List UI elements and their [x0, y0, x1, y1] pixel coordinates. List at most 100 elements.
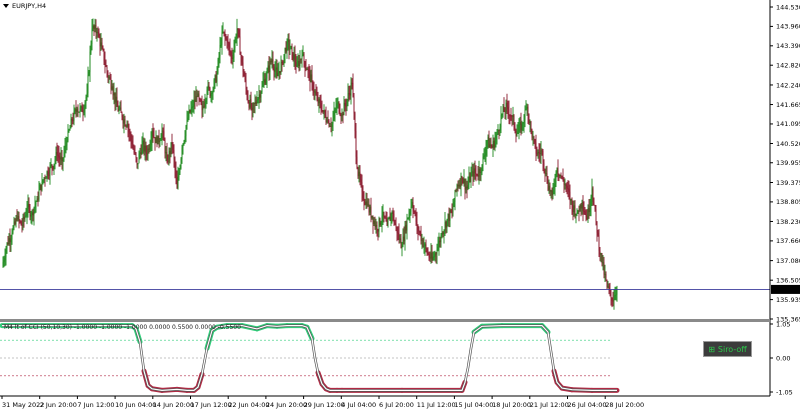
candle-body: [172, 144, 174, 150]
candle-body: [546, 173, 548, 182]
candle-body: [597, 232, 599, 236]
candle-body: [222, 31, 224, 33]
candle-body: [345, 105, 347, 107]
candle-body: [89, 51, 91, 73]
candle-body: [121, 112, 123, 117]
time-tick-label: 11 Jul 12:00: [417, 401, 456, 409]
candle-body: [42, 179, 44, 182]
price-tick-label: 137.080: [776, 257, 800, 265]
candle-body: [339, 112, 341, 115]
candle-body: [334, 109, 336, 112]
candle-body: [237, 28, 239, 31]
candle-body: [441, 232, 443, 235]
candle-body: [200, 99, 202, 104]
candle-body: [273, 66, 275, 72]
candle-body: [192, 106, 194, 108]
candle-body: [280, 61, 282, 74]
candle-body: [449, 209, 451, 221]
candle-body: [20, 221, 22, 226]
candle-body: [459, 184, 461, 187]
candle-body: [372, 215, 374, 224]
candle-body: [318, 99, 320, 104]
candle-body: [434, 253, 436, 257]
candle-body: [425, 244, 427, 249]
candle-body: [247, 96, 249, 103]
candle-body: [235, 38, 237, 40]
candle-body: [220, 44, 222, 46]
candle-body: [283, 54, 285, 64]
candle-body: [567, 188, 569, 190]
candle-body: [94, 24, 96, 29]
candle-body: [112, 86, 114, 96]
candle-body: [323, 110, 325, 113]
candle-body: [333, 111, 335, 119]
candle-body: [80, 106, 82, 108]
candle-body: [519, 122, 521, 125]
price-tick-label: 138.805: [776, 198, 800, 206]
candle-body: [270, 60, 272, 63]
candle-body: [22, 217, 24, 226]
candle-body: [347, 93, 349, 100]
time-tick-label: 28 Jul 20:00: [605, 401, 644, 409]
candle-body: [365, 201, 367, 205]
candle-body: [293, 54, 295, 60]
chart-canvas[interactable]: 144.530 143.960 143.390 142.820 142.240 141.6…: [0, 0, 800, 411]
candle-body: [170, 142, 172, 154]
candle-body: [9, 238, 11, 243]
candle-body: [387, 219, 389, 226]
candle-body: [131, 140, 133, 145]
candle-body: [227, 42, 229, 43]
candle-body: [72, 120, 74, 122]
candle-body: [147, 148, 149, 155]
candle-body: [466, 186, 468, 189]
candle-body: [482, 156, 484, 165]
candle-body: [55, 151, 57, 160]
candle-body: [209, 87, 211, 97]
candle-body: [395, 224, 397, 227]
candle-body: [584, 211, 586, 215]
candle-body: [570, 198, 572, 201]
candle-body: [350, 82, 352, 96]
candle-body: [46, 171, 48, 178]
candle-body: [485, 147, 487, 155]
candle-body: [404, 224, 406, 242]
candle-body: [410, 206, 412, 212]
candle-body: [562, 178, 564, 181]
candle-body: [483, 156, 485, 158]
candle-body: [290, 46, 292, 50]
candle-body: [210, 93, 212, 97]
candle-body: [324, 110, 326, 116]
candle-body: [196, 96, 198, 97]
candle-body: [517, 131, 519, 134]
candle-body: [417, 225, 419, 231]
candle-body: [281, 61, 283, 63]
candle-body: [86, 93, 88, 97]
candle-body: [566, 185, 568, 189]
candle-body: [475, 173, 477, 174]
time-tick-label: 7 Jun 12:00: [77, 401, 114, 409]
siro-toggle-button[interactable]: ⊞ Siro-off: [703, 341, 752, 357]
candle-body: [522, 122, 524, 124]
candle-body: [297, 60, 299, 66]
candle-body: [141, 144, 143, 155]
candle-body: [534, 139, 536, 143]
candle-body: [288, 39, 290, 50]
candle-body: [325, 115, 327, 123]
candle-body: [571, 198, 573, 206]
candle-body: [467, 184, 469, 189]
candle-body: [403, 236, 405, 242]
candle-body: [615, 294, 617, 296]
indicator-pane[interactable]: [0, 323, 620, 393]
time-tick-label: 15 Jul 04:00: [454, 401, 493, 409]
candle-body: [256, 99, 258, 104]
candle-body: [377, 229, 379, 232]
candle-body: [336, 103, 338, 108]
candle-body: [306, 69, 308, 71]
candle-body: [258, 94, 260, 99]
candle-body: [183, 140, 185, 145]
candle-body: [206, 89, 208, 100]
candle-body: [205, 99, 207, 103]
price-pane[interactable]: [0, 18, 770, 310]
candle-body: [363, 198, 365, 202]
candle-body: [61, 156, 63, 162]
